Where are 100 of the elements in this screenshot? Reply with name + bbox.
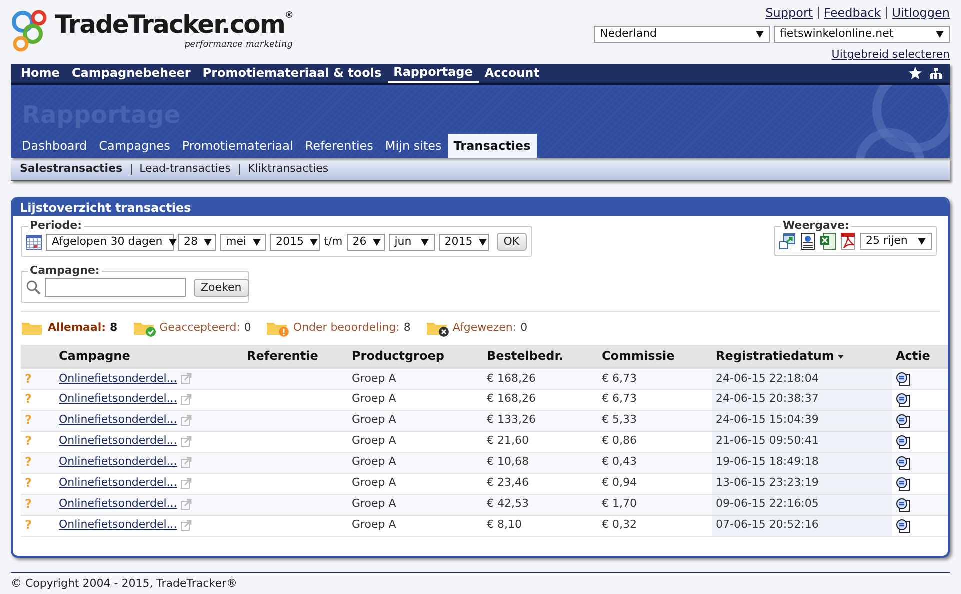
table-cell: Groep A [348,368,483,390]
web-page-icon[interactable] [800,233,816,250]
subnav-link[interactable]: Lead-transacties [140,160,231,178]
table-cell: 19-06-15 18:49:18 [712,452,892,474]
range-separator: t/m [324,234,343,250]
nav-link[interactable]: Promotiemateriaal & tools [196,64,388,83]
year-select[interactable]: 2015 [270,234,320,251]
table-cell: 24-06-15 15:04:39 [712,410,892,432]
table-cell: Groep A [348,410,483,432]
search-button[interactable]: Zoeken [194,278,249,297]
status-filter[interactable]: Onder beoordeling: 8 [267,320,411,338]
column-header: Productgroep [348,345,483,368]
status-filter[interactable]: Allemaal: 8 [22,320,118,338]
details-icon[interactable] [896,518,910,533]
table-cell: 13-06-15 23:23:19 [712,473,892,494]
table-cell: € 5,33 [598,410,712,432]
section-tab[interactable]: Mijn sites [379,134,448,158]
table-cell: Groep A [348,473,483,494]
table-cell: 24-06-15 22:18:04 [712,368,892,390]
status-pending-icon: ? [25,392,32,406]
subnav-link[interactable]: Salestransacties [20,160,123,178]
table-cell: Groep A [348,452,483,474]
year-select[interactable]: 2015 [438,234,489,251]
calendar-icon[interactable] [26,234,42,250]
day-select[interactable]: 26 [346,234,385,251]
status-pending-icon: ? [25,476,32,490]
country-select[interactable]: Nederland [594,26,770,43]
group-label: Weergave: [782,220,850,232]
top-link[interactable]: Uitloggen [892,4,950,22]
day-select[interactable]: 28 [178,234,216,251]
popup-window-icon[interactable] [779,233,796,250]
table-cell: 07-06-15 20:52:16 [712,515,892,536]
ok-button[interactable]: OK [496,233,527,252]
month-select[interactable]: jun [388,234,435,251]
table-cell: € 21,60 [483,431,598,452]
status-pending-icon: ? [25,434,32,448]
campaign-link[interactable]: Onlinefietsonderdel... [59,433,178,450]
campaign-link[interactable]: Onlinefietsonderdel... [59,475,178,492]
table-cell: Groep A [348,389,483,410]
details-icon[interactable] [896,392,910,407]
search-icon [26,280,41,296]
rows-select[interactable]: 25 rijen [860,233,932,250]
star-icon[interactable] [909,67,922,80]
spreadsheet-icon[interactable] [820,233,836,250]
advanced-select-link[interactable]: Uitgebreid selecteren [832,47,950,64]
table-cell: € 1,70 [598,494,712,516]
site-select[interactable]: fietswinkelonline.net [774,26,950,43]
folder-icon [22,320,44,338]
section-tab[interactable]: Dashboard [16,134,94,158]
table-cell: € 0,43 [598,452,712,474]
campaign-link[interactable]: Onlinefietsonderdel... [59,517,178,534]
folder-check-icon [134,320,156,338]
table-cell: € 8,10 [483,515,598,536]
status-pending-icon: ? [25,413,32,428]
campaign-link[interactable]: Onlinefietsonderdel... [59,391,178,408]
status-pending-icon: ? [25,518,32,532]
nav-link[interactable]: Rapportage [388,64,479,83]
subnav-link[interactable]: Kliktransacties [248,160,329,178]
table-cell: Groep A [348,515,483,536]
month-select[interactable]: mei [220,234,266,251]
details-icon[interactable] [896,414,910,428]
folder-cross-icon [426,320,449,338]
details-icon[interactable] [896,498,910,512]
column-header: Commissie [598,345,712,368]
details-icon[interactable] [896,456,910,470]
details-icon[interactable] [896,476,910,491]
nav-link[interactable]: Account [478,64,546,83]
search-field[interactable] [45,278,186,298]
table-cell: € 168,26 [483,389,598,410]
sort-caret-icon[interactable] [838,354,844,359]
table-cell: € 23,46 [483,473,598,494]
section-tab[interactable]: Campagnes [93,134,176,158]
status-filter[interactable]: Afgewezen: 0 [426,320,528,338]
nav-link[interactable]: Home [15,64,66,83]
group-label: Campagne: [29,265,101,278]
nav-link[interactable]: Campagnebeheer [66,64,197,83]
logo-text: TradeTracker.com® [55,12,293,37]
section-tab[interactable]: Referenties [299,134,380,158]
copyright-text: © Copyright 2004 - 2015, TradeTracker® [11,572,950,592]
section-tab[interactable]: Promotiemateriaal [176,134,300,158]
details-icon[interactable] [896,372,910,386]
table-cell: € 42,53 [483,494,598,516]
status-pending-icon: ? [25,455,32,470]
column-header[interactable]: Registratiedatum [712,345,892,368]
logo-tagline: performance marketing [184,41,293,50]
table-cell: € 168,26 [483,368,598,390]
table-cell: Groep A [348,494,483,516]
details-icon[interactable] [896,434,910,449]
status-filter[interactable]: Geaccepteerd: 0 [134,320,252,338]
column-header: Actie [892,345,948,368]
sitemap-icon[interactable] [930,68,942,79]
status-pending-icon: ? [25,497,32,512]
column-header: Campagne [55,345,243,368]
panel-title: Lijstoverzicht transacties [13,197,948,216]
group-label: Periode: [29,220,84,232]
top-link[interactable]: Support [766,4,814,22]
section-tab[interactable]: Transacties [448,134,537,158]
pdf-icon[interactable] [840,233,856,250]
top-link[interactable]: Feedback [824,4,882,22]
period-select[interactable]: Afgelopen 30 dagen [46,234,174,251]
